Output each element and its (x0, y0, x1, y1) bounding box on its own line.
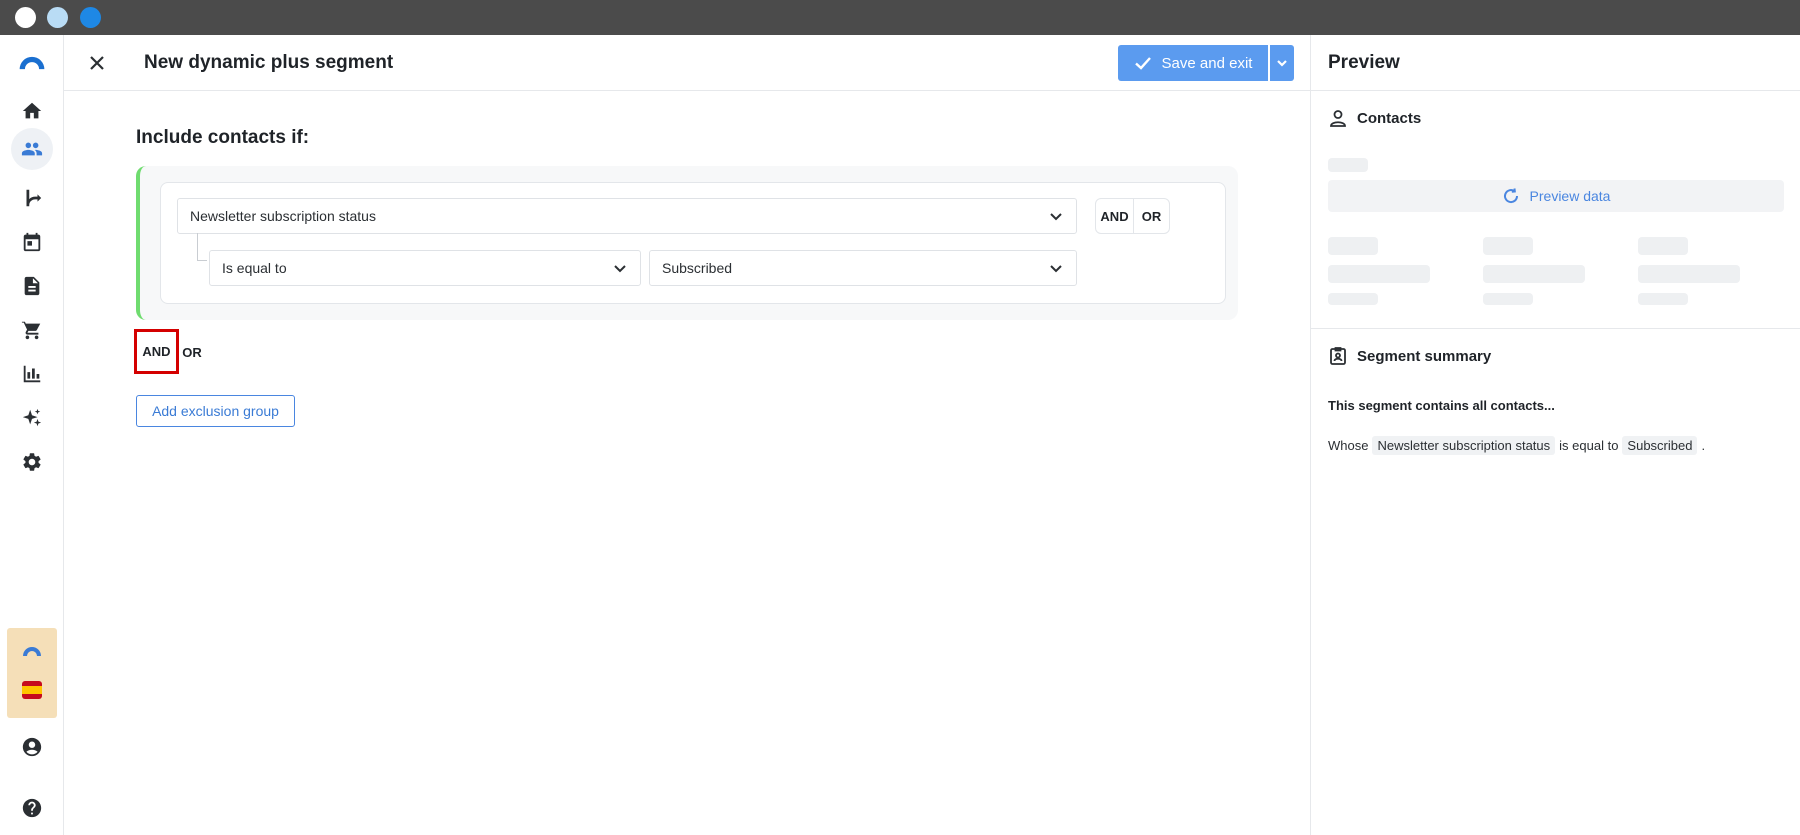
automation-icon[interactable] (17, 183, 47, 213)
skeleton-placeholder (1483, 293, 1533, 305)
contacts-section-heading: Contacts (1328, 108, 1421, 128)
skeleton-placeholder (1483, 265, 1585, 283)
skeleton-placeholder (1483, 237, 1533, 255)
group-and-button[interactable]: AND (134, 329, 179, 374)
summary-operator: is equal to (1559, 438, 1619, 453)
condition-and-button[interactable]: AND (1096, 199, 1133, 233)
home-icon[interactable] (17, 96, 47, 126)
summary-value-chip: Subscribed (1622, 436, 1698, 455)
skeleton-placeholder (1328, 158, 1368, 172)
segment-summary-heading: Segment summary (1328, 346, 1491, 366)
skeleton-placeholder (1328, 265, 1430, 283)
language-promo-panel[interactable] (7, 628, 57, 718)
sparkle-icon[interactable] (17, 403, 47, 433)
window-maximize-dot[interactable] (80, 7, 101, 28)
skeleton-placeholder (1328, 237, 1378, 255)
gear-icon[interactable] (17, 447, 47, 477)
window-minimize-dot[interactable] (47, 7, 68, 28)
preview-panel: Preview Contacts Preview data Segment su… (1310, 35, 1800, 835)
document-icon[interactable] (17, 271, 47, 301)
preview-header: Preview (1311, 35, 1800, 91)
editor-header: New dynamic plus segment Save and exit (64, 35, 1310, 91)
condition-logic-toggle: AND OR (1095, 198, 1170, 234)
person-icon (1330, 110, 1346, 127)
save-button-label: Save and exit (1161, 54, 1253, 72)
chevron-down-icon (1050, 213, 1062, 221)
close-icon (90, 56, 104, 70)
preview-divider (1311, 328, 1800, 329)
bar-chart-icon[interactable] (17, 359, 47, 389)
chevron-down-icon (1050, 265, 1062, 273)
contacts-icon[interactable] (11, 128, 53, 170)
add-exclusion-group-button[interactable]: Add exclusion group (136, 395, 295, 427)
save-and-exit-button[interactable]: Save and exit (1118, 45, 1268, 81)
include-heading: Include contacts if: (136, 127, 310, 148)
preview-data-button[interactable]: Preview data (1328, 180, 1784, 212)
summary-rule: Whose Newsletter subscription status is … (1328, 436, 1705, 455)
mini-logo-icon (23, 647, 41, 656)
condition-or-button[interactable]: OR (1133, 199, 1169, 233)
skeleton-placeholder (1638, 293, 1688, 305)
segment-summary-label: Segment summary (1357, 347, 1492, 365)
skeleton-placeholder (1638, 265, 1740, 283)
skeleton-placeholder (1638, 237, 1688, 255)
group-or-button[interactable]: OR (181, 340, 203, 364)
value-select-value: Subscribed (662, 260, 733, 276)
window-close-dot[interactable] (15, 7, 36, 28)
contacts-label: Contacts (1357, 109, 1422, 127)
account-icon[interactable] (17, 732, 47, 762)
preview-title: Preview (1328, 52, 1400, 73)
summary-suffix: . (1701, 438, 1706, 453)
calendar-icon[interactable] (17, 227, 47, 257)
cart-icon[interactable] (17, 315, 47, 345)
refresh-icon (1503, 188, 1518, 204)
operator-select[interactable]: Is equal to (209, 250, 641, 286)
page-title: New dynamic plus segment (144, 52, 394, 73)
close-button[interactable] (84, 50, 110, 76)
include-group: Newsletter subscription status Is equal … (136, 166, 1238, 320)
condition-connector (197, 233, 207, 261)
check-icon (1134, 57, 1151, 70)
skeleton-placeholder (1328, 293, 1378, 305)
save-options-dropdown-button[interactable] (1270, 45, 1294, 81)
brand-logo-icon[interactable] (17, 48, 47, 78)
value-select[interactable]: Subscribed (649, 250, 1077, 286)
left-nav (0, 35, 64, 835)
spain-flag-icon[interactable] (22, 681, 42, 699)
help-icon[interactable] (17, 793, 47, 823)
summary-lead-text: This segment contains all contacts... (1328, 398, 1555, 413)
chevron-down-icon (1277, 60, 1287, 67)
preview-data-label: Preview data (1529, 188, 1611, 204)
chevron-down-icon (614, 265, 626, 273)
condition-card: Newsletter subscription status Is equal … (160, 182, 1226, 304)
operator-select-value: Is equal to (222, 260, 287, 276)
summary-field-chip: Newsletter subscription status (1372, 436, 1556, 455)
field-select[interactable]: Newsletter subscription status (177, 198, 1077, 234)
summary-prefix: Whose (1328, 438, 1369, 453)
window-titlebar (0, 0, 1800, 35)
clipboard-person-icon (1330, 347, 1346, 365)
field-select-value: Newsletter subscription status (190, 208, 376, 224)
